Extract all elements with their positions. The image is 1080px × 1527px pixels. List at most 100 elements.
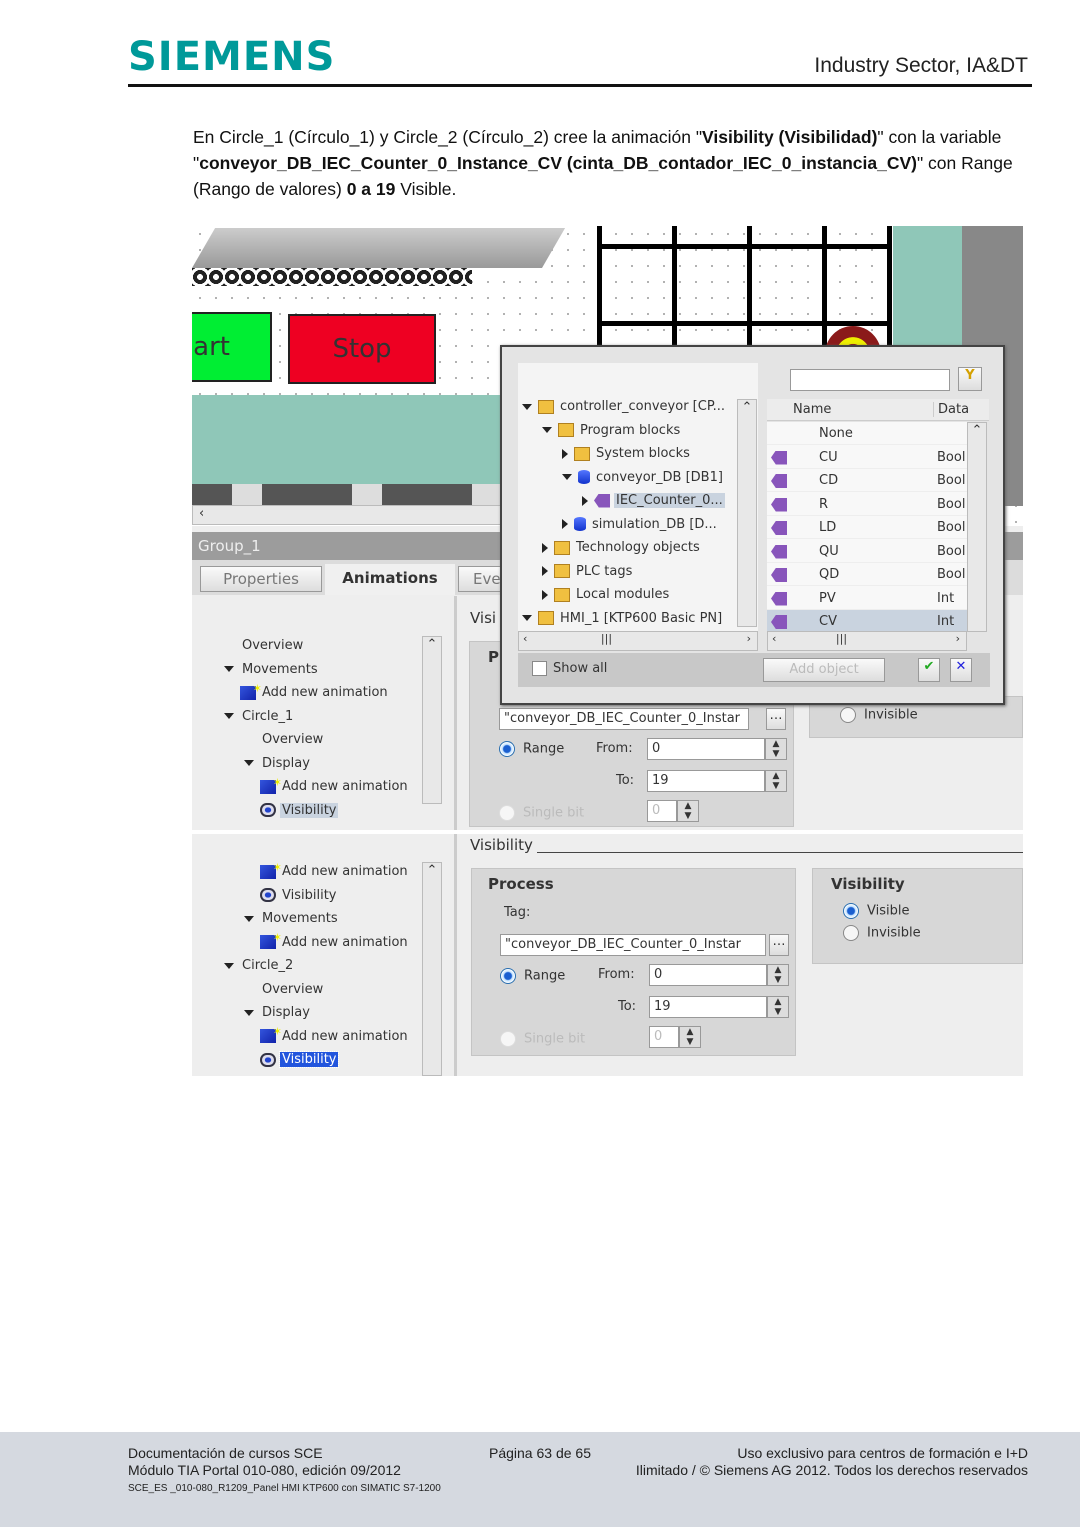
column-name[interactable]: Name — [793, 402, 831, 417]
tree-item[interactable]: Technology objects — [542, 536, 702, 559]
scroll-up-icon[interactable]: ⌃ — [738, 400, 756, 415]
tag-field[interactable]: "conveyor_DB_IEC_Counter_0_Instar — [499, 708, 749, 730]
tree-item[interactable]: Add new animation — [244, 771, 410, 798]
expand-icon[interactable] — [542, 566, 548, 576]
scroll-up-icon[interactable]: ⌃ — [423, 637, 441, 652]
collapse-icon[interactable] — [244, 915, 254, 922]
tag-row[interactable]: QU Bool — [767, 540, 967, 563]
visible-radio[interactable] — [843, 903, 859, 919]
range-radio[interactable] — [499, 741, 515, 757]
tree-item[interactable]: Add new animation — [244, 1020, 410, 1048]
tag-row[interactable]: LD Bool — [767, 516, 967, 539]
tree-item[interactable]: Overview — [244, 978, 325, 1001]
tag-row[interactable]: CD Bool — [767, 469, 967, 492]
collapse-icon[interactable] — [244, 760, 254, 766]
tree-item[interactable]: Add new animation — [244, 856, 410, 883]
tree-item[interactable]: Add new animation — [244, 926, 410, 954]
tag-grid-hscrollbar[interactable]: ‹ ||| › — [767, 631, 967, 651]
tree-vertical-scrollbar[interactable]: ⌃ — [422, 636, 442, 804]
from-input-2[interactable]: 0 — [649, 964, 767, 986]
collapse-icon[interactable] — [562, 474, 572, 480]
scroll-up-icon[interactable]: ⌃ — [968, 423, 986, 438]
tree-item[interactable]: Add new animation — [224, 677, 390, 704]
tree-item[interactable]: Program blocks — [542, 419, 682, 442]
show-all-checkbox[interactable]: Show all — [532, 661, 607, 676]
tree-item[interactable]: PLC tags — [542, 560, 634, 583]
tag-grid-scrollbar[interactable]: ⌃ — [967, 422, 987, 632]
dialog-tree-hscrollbar[interactable]: ‹ ||| › — [518, 631, 758, 651]
range-option-2[interactable]: Range — [500, 968, 565, 984]
tree-item[interactable]: simulation_DB [D... — [562, 513, 719, 536]
filter-input[interactable] — [790, 369, 950, 391]
tag-row[interactable]: R Bool — [767, 493, 967, 516]
splitter[interactable] — [454, 596, 457, 836]
collapse-icon[interactable] — [244, 1009, 254, 1016]
expand-icon[interactable] — [562, 519, 568, 529]
expand-icon[interactable] — [542, 542, 548, 553]
tree-vertical-scrollbar-2[interactable]: ⌃ — [422, 862, 442, 1076]
tag-row[interactable]: CU Bool — [767, 446, 967, 469]
process-panel-2: Process Tag: — [471, 868, 796, 1056]
tree-item[interactable]: Movements — [244, 907, 340, 930]
tree-item[interactable]: Circle_1 — [224, 705, 295, 728]
splitter-2[interactable] — [454, 834, 457, 1076]
tree-item[interactable]: IEC_Counter_0... — [582, 489, 725, 512]
collapse-icon[interactable] — [224, 713, 234, 719]
dialog-tree-scrollbar[interactable]: ⌃ — [737, 399, 757, 627]
collapse-icon[interactable] — [224, 666, 234, 672]
tree-item[interactable]: Movements — [224, 658, 320, 681]
to-spinner[interactable]: ▲ ▼ — [765, 770, 787, 792]
cancel-x-icon[interactable]: ✕ — [950, 658, 972, 682]
filter-icon[interactable]: Y — [958, 367, 982, 391]
add-object-button[interactable]: Add object — [763, 658, 885, 682]
tree-item[interactable]: Overview — [244, 728, 325, 751]
tree-item[interactable]: HMI_1 [KTP600 Basic PN] — [522, 607, 724, 630]
tree-item[interactable]: Visibility — [244, 1048, 340, 1071]
range-option[interactable]: Range — [499, 741, 564, 757]
column-data[interactable]: Data — [933, 402, 969, 417]
to-spinner-2[interactable]: ▲ ▼ — [767, 996, 789, 1018]
from-input[interactable]: 0 — [647, 738, 765, 760]
collapse-icon[interactable] — [522, 403, 532, 410]
to-input-2[interactable]: 19 — [649, 996, 767, 1018]
browse-button[interactable]: … — [766, 708, 786, 730]
tree-item[interactable]: Circle_2 — [224, 954, 295, 977]
scroll-left-icon[interactable]: ‹ — [193, 506, 204, 521]
collapse-icon[interactable] — [522, 615, 532, 621]
range-radio[interactable] — [500, 968, 516, 984]
tree-item[interactable]: controller_conveyor [CP... — [522, 395, 727, 418]
collapse-icon[interactable] — [542, 427, 552, 433]
from-spinner-2[interactable]: ▲ ▼ — [767, 964, 789, 986]
expand-icon[interactable] — [582, 495, 588, 506]
tree-item[interactable]: Visibility — [244, 799, 339, 822]
invisible-radio[interactable] — [840, 707, 856, 723]
tree-item[interactable]: System blocks — [562, 442, 692, 465]
canvas-horizontal-scrollbar[interactable]: ‹ — [192, 505, 502, 525]
confirm-check-icon[interactable]: ✔ — [918, 658, 940, 682]
tag-row[interactable]: QD Bool — [767, 563, 967, 586]
expand-icon[interactable] — [562, 448, 568, 459]
tag-row[interactable]: None — [767, 422, 967, 445]
tree-item[interactable]: Local modules — [542, 583, 671, 606]
collapse-icon[interactable] — [224, 962, 234, 969]
start-button[interactable]: art — [192, 312, 272, 382]
section-rule — [537, 852, 1023, 853]
to-input[interactable]: 19 — [647, 770, 765, 792]
tab-animations[interactable]: Animations — [325, 564, 455, 595]
tree-item[interactable]: Visibility — [244, 884, 338, 907]
browse-button-2[interactable]: … — [769, 934, 789, 956]
tree-item[interactable]: Overview — [224, 634, 305, 657]
tag-row[interactable]: CV Int — [767, 610, 967, 632]
tree-item[interactable]: conveyor_DB [DB1] — [562, 466, 725, 489]
tab-properties[interactable]: Properties — [200, 566, 322, 592]
stop-button[interactable]: Stop — [288, 314, 436, 384]
expand-icon[interactable] — [542, 589, 548, 600]
from-spinner[interactable]: ▲ ▼ — [765, 738, 787, 760]
visible-option[interactable]: Visible — [813, 893, 1022, 919]
tag-row[interactable]: PV Int — [767, 587, 967, 610]
invisible-radio[interactable] — [843, 925, 859, 941]
invisible-option[interactable]: Invisible — [813, 919, 1022, 941]
tag-value[interactable]: "conveyor_DB_IEC_Counter_0_Instar — [499, 708, 749, 730]
tag-field-2[interactable]: "conveyor_DB_IEC_Counter_0_Instar — [500, 934, 766, 956]
scroll-up-icon[interactable]: ⌃ — [423, 863, 441, 878]
